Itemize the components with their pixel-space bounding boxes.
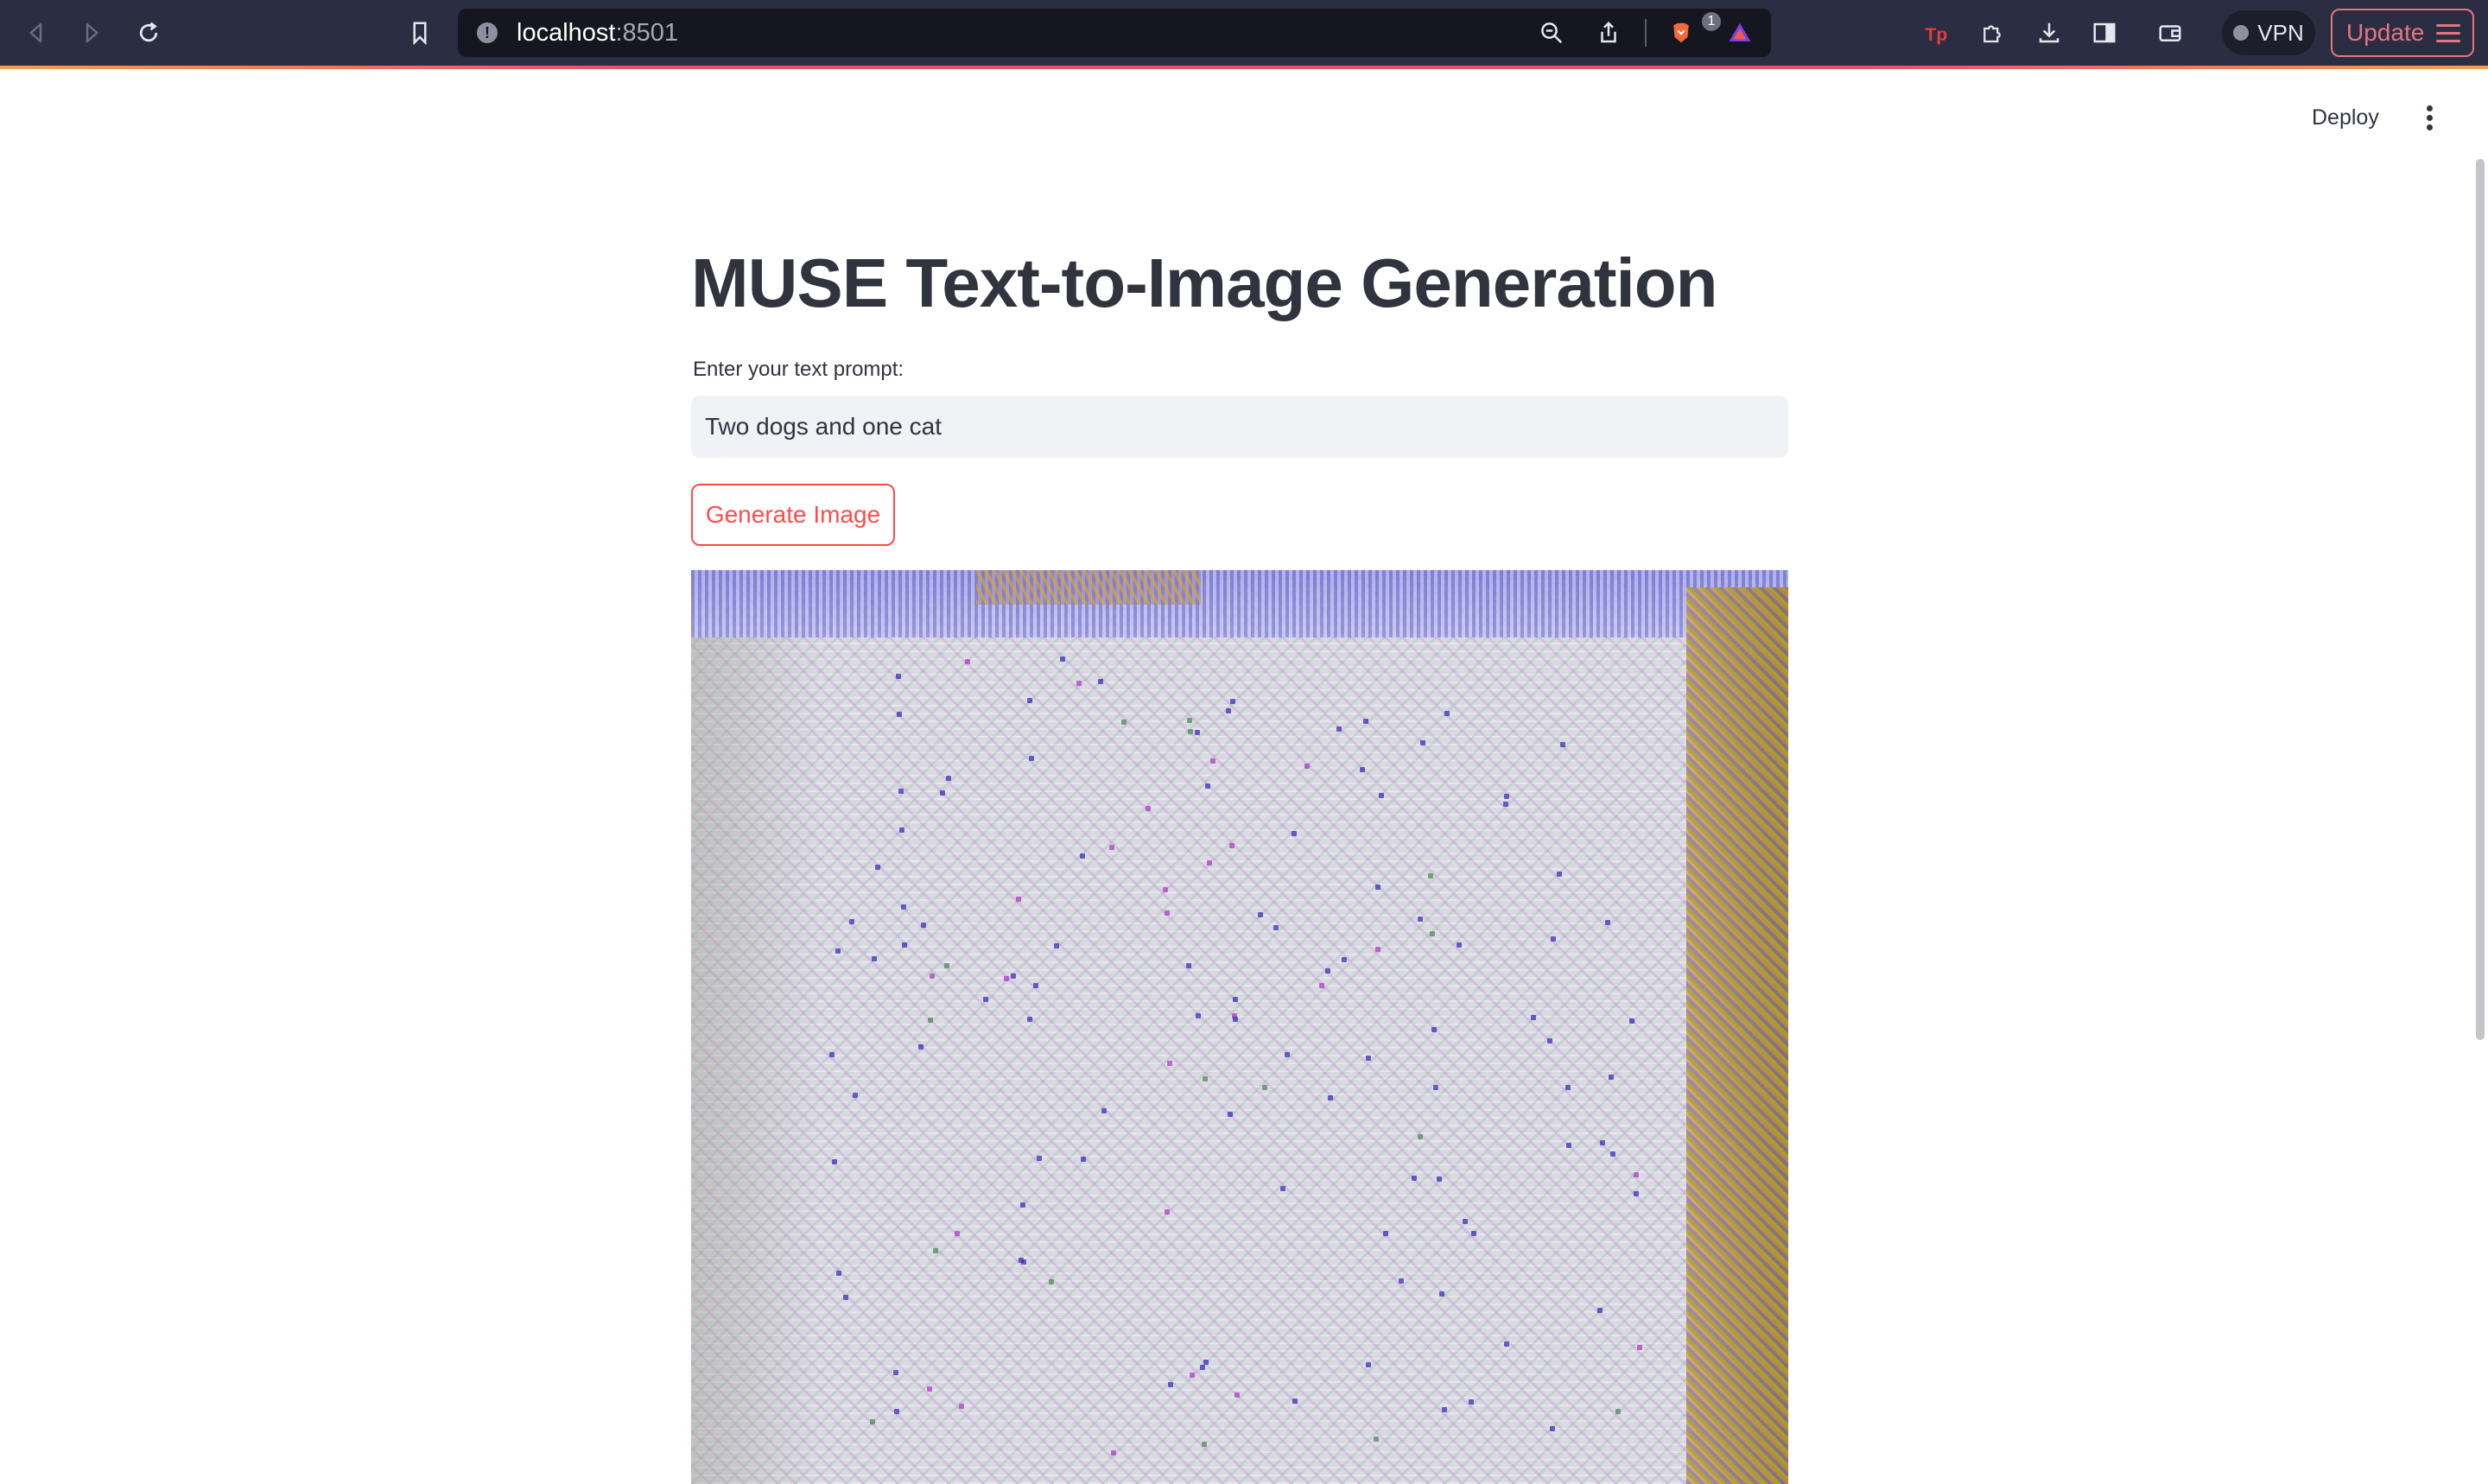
update-label: Update [2346,19,2425,46]
tp-extension-icon: Tp [1925,24,1947,45]
menu-icon [2436,24,2460,43]
address-bar[interactable]: ! localhost:8501 [458,9,1771,57]
prompt-label: Enter your text prompt: [693,358,904,381]
page-title: MUSE Text-to-Image Generation [691,244,1717,321]
update-button[interactable]: Update [2331,9,2474,57]
sidebar-icon [2093,22,2116,43]
page-scrollbar[interactable] [2476,159,2485,1040]
brave-rewards-button[interactable] [1723,16,1757,50]
generate-image-button[interactable]: Generate Image [691,484,895,546]
forward-arrow-icon [86,22,98,43]
vpn-status-icon [2233,25,2250,41]
vpn-label: VPN [2257,19,2304,46]
extension-tp-button[interactable]: Tp [1920,16,1954,50]
extensions-button[interactable] [1975,16,2009,50]
generated-image [691,570,1788,1484]
rewards-triangle-icon [1729,22,1751,41]
brave-shields-button[interactable] [1664,16,1698,50]
site-info-icon[interactable]: ! [477,22,498,43]
forward-button[interactable] [74,16,109,50]
wallet-icon [2159,25,2181,41]
back-arrow-icon [29,22,42,43]
bookmark-icon [413,22,427,46]
zoom-button[interactable] [1534,16,1569,50]
share-icon [1601,21,1616,43]
shields-badge-count: 1 [1702,12,1721,31]
deploy-button[interactable]: Deploy [2312,105,2379,130]
browser-toolbar: ! localhost:8501 1 Tp VPN Update [0,0,2488,66]
zoom-out-icon [1541,22,1563,44]
vpn-button[interactable]: VPN [2222,10,2315,55]
download-icon [2039,22,2060,43]
bookmark-button[interactable] [403,16,437,50]
share-button[interactable] [1591,16,1626,50]
sidebar-toggle-button[interactable] [2087,16,2122,50]
loading-accent-bar [0,66,2488,69]
toolbar-divider [1645,19,1647,47]
main-menu-kebab-icon[interactable] [2419,105,2440,133]
url-text[interactable]: localhost:8501 [517,19,678,48]
reload-icon [139,22,158,42]
reload-button[interactable] [131,16,166,50]
prompt-input[interactable] [691,396,1788,458]
svg-text:Tp: Tp [1925,24,1947,45]
downloads-button[interactable] [2032,16,2066,50]
puzzle-icon [1983,25,2001,43]
wallet-button[interactable] [2153,16,2187,50]
brave-lion-icon [1673,22,1689,43]
back-button[interactable] [19,16,54,50]
